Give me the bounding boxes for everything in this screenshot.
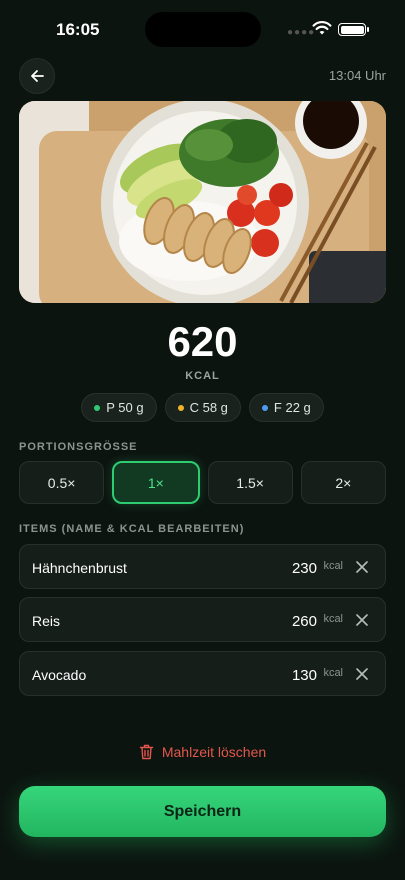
signal-dots-icon: ●●●● — [287, 27, 316, 38]
portion-option-0-5x[interactable]: 0.5× — [19, 461, 105, 504]
carbs-dot-icon — [177, 404, 184, 411]
back-button[interactable] — [19, 58, 55, 94]
battery-icon — [338, 23, 369, 36]
macro-carbs-label: C 58 g — [189, 400, 228, 415]
remove-item-button[interactable] — [353, 611, 371, 629]
portion-section-label: PORTIONSGRÖSSE — [19, 441, 138, 453]
meal-photo — [19, 101, 386, 303]
status-bar: 16:05 ●●●● — [0, 0, 405, 58]
remove-item-button[interactable] — [353, 665, 371, 683]
close-icon — [356, 614, 368, 626]
macro-protein-label: P 50 g — [106, 400, 144, 415]
item-kcal-unit: kcal — [323, 560, 343, 572]
close-icon — [356, 668, 368, 680]
close-icon — [356, 561, 368, 573]
list-item: Hähnchenbrust 230 kcal — [19, 544, 386, 589]
kcal-value: 620 — [167, 318, 238, 365]
save-button[interactable]: Speichern — [19, 786, 386, 837]
meal-time: 13:04 Uhr — [328, 68, 386, 83]
macro-fat-label: F 22 g — [273, 400, 311, 415]
macro-fat: F 22 g — [248, 393, 324, 422]
portion-selector: 0.5× 1× 1.5× 2× — [19, 461, 386, 504]
protein-dot-icon — [94, 404, 101, 411]
item-name-field[interactable]: Hähnchenbrust — [32, 560, 127, 576]
item-name-field[interactable]: Reis — [32, 613, 60, 629]
macro-protein: P 50 g — [81, 393, 157, 422]
items-section-label: ITEMS (NAME & KCAL BEARBEITEN) — [19, 523, 245, 535]
dynamic-island — [145, 12, 261, 47]
fat-dot-icon — [261, 404, 268, 411]
portion-option-2x[interactable]: 2× — [300, 461, 386, 504]
delete-meal-button[interactable]: Mahlzeit löschen — [0, 744, 405, 760]
macro-carbs: C 58 g — [164, 393, 241, 422]
delete-meal-label: Mahlzeit löschen — [161, 744, 267, 760]
item-kcal-field[interactable]: 130 — [292, 667, 317, 684]
status-time: 16:05 — [56, 20, 100, 39]
arrow-left-icon — [31, 70, 44, 82]
trash-icon — [139, 744, 154, 760]
portion-option-1x[interactable]: 1× — [112, 461, 200, 504]
item-kcal-field[interactable]: 260 — [292, 613, 317, 630]
list-item: Avocado 130 kcal — [19, 651, 386, 696]
item-kcal-field[interactable]: 230 — [292, 560, 317, 577]
kcal-unit: KCAL — [185, 370, 220, 382]
wifi-icon — [312, 20, 332, 41]
remove-item-button[interactable] — [353, 558, 371, 576]
portion-option-1-5x[interactable]: 1.5× — [207, 461, 293, 504]
item-kcal-unit: kcal — [323, 613, 343, 625]
item-kcal-unit: kcal — [323, 667, 343, 679]
macro-chips: P 50 g C 58 g F 22 g — [0, 393, 405, 422]
list-item: Reis 260 kcal — [19, 597, 386, 642]
item-name-field[interactable]: Avocado — [32, 667, 86, 683]
